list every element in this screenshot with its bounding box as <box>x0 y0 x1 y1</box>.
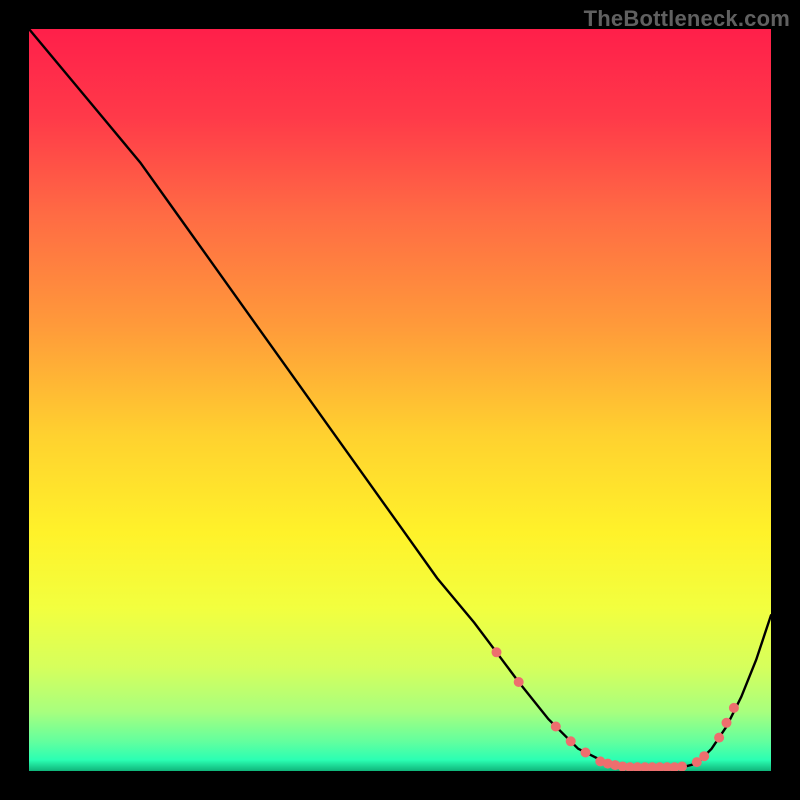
data-dot <box>514 677 524 687</box>
data-dot <box>551 722 561 732</box>
data-dot <box>581 748 591 758</box>
data-dot <box>722 718 732 728</box>
data-dot <box>729 703 739 713</box>
chart-frame: TheBottleneck.com <box>0 0 800 800</box>
chart-svg <box>29 29 771 771</box>
gradient-bg <box>29 29 771 771</box>
data-dot <box>699 751 709 761</box>
data-dot <box>566 736 576 746</box>
data-dot <box>492 647 502 657</box>
data-dot <box>714 733 724 743</box>
